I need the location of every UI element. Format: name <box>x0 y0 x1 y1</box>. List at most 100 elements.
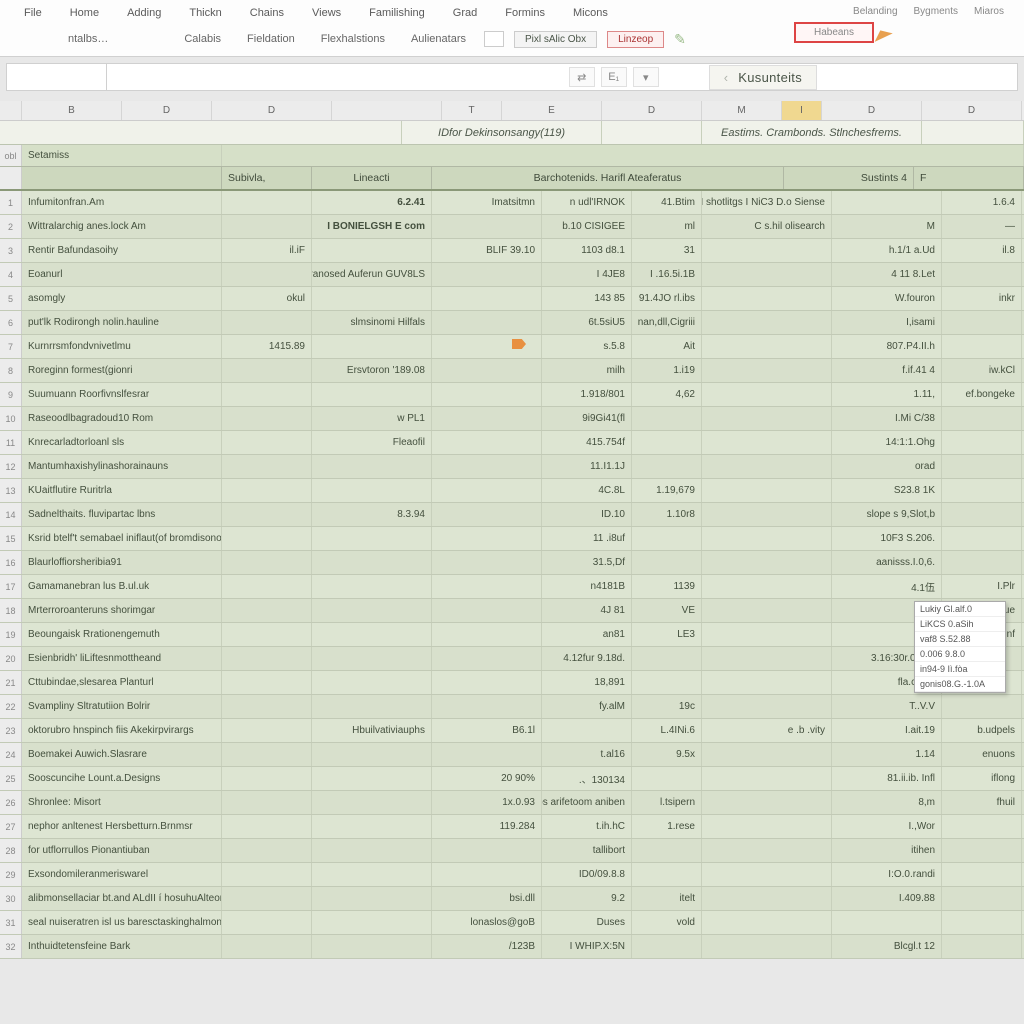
cell-h[interactable]: 4 11 8.Let <box>832 263 942 286</box>
cell-g[interactable] <box>702 431 832 454</box>
col-d4[interactable]: D <box>822 101 922 120</box>
cell-e[interactable]: 11.I1.1J <box>542 455 632 478</box>
cell-f[interactable]: 31 <box>632 239 702 262</box>
table-row[interactable]: 22Svampliny Sltratutiion Bolrirfy.alM19c… <box>0 695 1024 719</box>
cell-c[interactable] <box>312 287 432 310</box>
cell-b[interactable] <box>222 791 312 814</box>
cell-h[interactable]: T..V.V <box>832 695 942 718</box>
cell-c[interactable] <box>312 863 432 886</box>
cell-b[interactable] <box>222 743 312 766</box>
ribbon-tab-file[interactable]: File <box>10 4 56 24</box>
row-number[interactable] <box>0 167 22 189</box>
table-row[interactable]: 4EoanurlSehtkranosed Auferun GUV8LSI 4JE… <box>0 263 1024 287</box>
cell-h[interactable]: I.409.88 <box>832 887 942 910</box>
cell-d[interactable] <box>432 743 542 766</box>
col-i-selected[interactable]: I <box>782 101 822 120</box>
cell-h[interactable]: I.,Wor <box>832 815 942 838</box>
cell-d[interactable] <box>432 551 542 574</box>
ribbon-box1[interactable]: Pixl sAlic Obx <box>514 31 597 48</box>
cell-label[interactable]: alibmonsellaciar bt.and ALdII í hosuhuAl… <box>22 887 222 910</box>
cell-e[interactable]: an81 <box>542 623 632 646</box>
ribbon-box2[interactable]: Linzeop <box>607 31 664 48</box>
cell-c[interactable] <box>312 767 432 790</box>
cell-e[interactable]: n4181B <box>542 575 632 598</box>
cell-h[interactable]: W.fouron <box>832 287 942 310</box>
ribbon-right-0[interactable]: Belanding <box>853 6 897 17</box>
cell-h[interactable]: 1.11, <box>832 383 942 406</box>
row-number[interactable]: 6 <box>0 311 22 334</box>
cell-f[interactable]: 1.10r8 <box>632 503 702 526</box>
cell-h[interactable]: I.Mi C/38 <box>832 407 942 430</box>
cell-b[interactable] <box>222 767 312 790</box>
cell-i[interactable]: fhuil <box>942 791 1022 814</box>
cell-h[interactable]: M <box>832 215 942 238</box>
cell-b[interactable] <box>222 839 312 862</box>
cell-i[interactable]: iflong <box>942 767 1022 790</box>
cell-b[interactable]: il.iF <box>222 239 312 262</box>
table-row[interactable]: 31seal nuiseratren isl us baresctaskingh… <box>0 911 1024 935</box>
cell-h[interactable]: I:O.0.randi <box>832 863 942 886</box>
cell-g[interactable] <box>702 839 832 862</box>
cell-d[interactable]: B6.1l <box>432 719 542 742</box>
ribbon-tab-views[interactable]: Views <box>298 4 355 24</box>
ribbon-tab-thickn[interactable]: Thickn <box>175 4 235 24</box>
cell-i[interactable] <box>942 431 1022 454</box>
cell-f[interactable]: LE3 <box>632 623 702 646</box>
ribbon-tab-formins[interactable]: Formins <box>491 4 559 24</box>
table-row[interactable]: 20Esienbridh' liLiftesnmottheand4.12fur … <box>0 647 1024 671</box>
cell-label[interactable]: Wittralarchig anes.lock Am <box>22 215 222 238</box>
cell-d[interactable] <box>432 359 542 382</box>
cell-e[interactable]: .、130134 <box>542 767 632 790</box>
cell-e[interactable]: milh <box>542 359 632 382</box>
cell-e[interactable]: 11 .i8uf <box>542 527 632 550</box>
table-row[interactable]: 15Ksrid btelf't semabael iniflaut(of bro… <box>0 527 1024 551</box>
row-number[interactable]: 19 <box>0 623 22 646</box>
ribbon-tool-1[interactable]: Fieldation <box>239 31 303 47</box>
cell-i[interactable]: iw.kCl <box>942 359 1022 382</box>
cell-label[interactable]: Gamamanebran lus B.ul.uk <box>22 575 222 598</box>
row-number[interactable]: 29 <box>0 863 22 886</box>
row-number[interactable]: 7 <box>0 335 22 358</box>
cell-c[interactable] <box>312 527 432 550</box>
cell-b[interactable] <box>222 719 312 742</box>
row-number[interactable]: 15 <box>0 527 22 550</box>
cell-i[interactable] <box>942 911 1022 934</box>
table-row[interactable]: 5asomglyokul143 8591.4JO rl.ibsW.fouroni… <box>0 287 1024 311</box>
cell-d[interactable] <box>432 599 542 622</box>
table-row[interactable]: 11Knrecarladtorloanl slsFleaofil415.754f… <box>0 431 1024 455</box>
cell-c[interactable]: I BONIELGSH E com <box>312 215 432 238</box>
row-number[interactable]: 12 <box>0 455 22 478</box>
cell-f[interactable]: 91.4JO rl.ibs <box>632 287 702 310</box>
row-number[interactable]: 3 <box>0 239 22 262</box>
cell-h[interactable]: 807.P4.II.h <box>832 335 942 358</box>
ribbon-tab-chains[interactable]: Chains <box>236 4 298 24</box>
row-number[interactable]: 24 <box>0 743 22 766</box>
cell-g[interactable] <box>702 767 832 790</box>
cell-i[interactable] <box>942 695 1022 718</box>
cell-e[interactable]: I 4JE8 <box>542 263 632 286</box>
cell-b[interactable] <box>222 599 312 622</box>
cell-d[interactable] <box>432 335 542 358</box>
row-number[interactable]: 16 <box>0 551 22 574</box>
cell-b[interactable] <box>222 863 312 886</box>
cell-c[interactable] <box>312 935 432 958</box>
cell-c[interactable]: Hbuilvativiauphs <box>312 719 432 742</box>
cell-b[interactable] <box>222 263 312 286</box>
cell-g[interactable] <box>702 911 832 934</box>
cell-c[interactable] <box>312 791 432 814</box>
cell-f[interactable]: 1139 <box>632 575 702 598</box>
table-row[interactable]: 19Beoungaisk Rrationengemuthan81LE3thlgn… <box>0 623 1024 647</box>
cell-g[interactable]: e .b .vity <box>702 719 832 742</box>
cell-c[interactable]: slmsinomi Hilfals <box>312 311 432 334</box>
cell-b[interactable] <box>222 647 312 670</box>
cell-label[interactable]: Suumuann Roorfivnslfesrar <box>22 383 222 406</box>
col-d5[interactable]: D <box>922 101 1022 120</box>
cell-i[interactable] <box>942 263 1022 286</box>
cell-b[interactable] <box>222 503 312 526</box>
cell-c[interactable] <box>312 335 432 358</box>
cell-e[interactable]: 9i9Gi41(fl <box>542 407 632 430</box>
row-number[interactable]: 11 <box>0 431 22 454</box>
hdr-0[interactable] <box>22 167 222 189</box>
cell-e[interactable]: 9.2 <box>542 887 632 910</box>
cell-e[interactable]: t.al16 <box>542 743 632 766</box>
